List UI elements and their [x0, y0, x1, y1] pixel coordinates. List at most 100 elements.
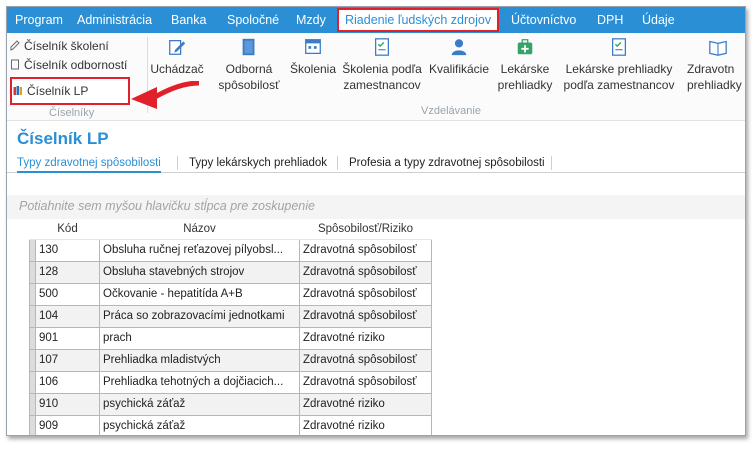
column-header-kod[interactable]: Kód [35, 219, 100, 240]
books-icon [13, 86, 22, 95]
cell-sposobilost-riziko[interactable]: Zdravotná spôsobilosť [299, 260, 432, 284]
cell-nazov[interactable]: Práca so zobrazovacími jednotkami [99, 304, 300, 328]
zdravotne-label-line1: Zdravotn [687, 62, 735, 76]
book-open-icon [709, 40, 727, 56]
group-label-ciselniky: Číselníky [49, 107, 95, 119]
menu-bar: Program Administrácia Banka Spoločné Mzd… [7, 7, 745, 33]
lekarske-podla-line2: podľa zamestnancov [563, 78, 675, 92]
table-row[interactable]: 910 psychická záťaž Zdravotné riziko [29, 392, 432, 416]
checklist-icon [612, 38, 626, 56]
menu-riadenie-ludskych-zdrojov[interactable]: Riadenie ľudských zdrojov [337, 8, 500, 32]
tab-separator [177, 156, 178, 170]
menu-banka[interactable]: Banka [169, 7, 208, 33]
kvalifikacie-label: Kvalifikácie [428, 62, 490, 76]
app-window: Program Administrácia Banka Spoločné Mzd… [6, 6, 746, 436]
tab-separator [337, 156, 338, 170]
tab-typy-zdravotnej-sposobilosti[interactable]: Typy zdravotnej spôsobilosti [17, 153, 161, 173]
lekarske-prehliadky-button[interactable]: Lekárske prehliadky [497, 37, 553, 93]
cell-sposobilost-riziko[interactable]: Zdravotná spôsobilosť [299, 370, 432, 394]
data-grid: Kód Názov Spôsobilosť/Riziko 130 Obsluha … [29, 219, 432, 435]
cell-sposobilost-riziko[interactable]: Zdravotné riziko [299, 326, 432, 350]
cell-sposobilost-riziko[interactable]: Zdravotné riziko [299, 414, 432, 435]
lekarske-podla-line1: Lekárske prehliadky [565, 62, 673, 76]
skolenia-podla-line2: zamestnancov [343, 78, 421, 92]
user-icon [451, 39, 467, 56]
ribbon: Číselník školení Číselník odborností Čís… [7, 33, 745, 121]
cell-sposobilost-riziko[interactable]: Zdravotná spôsobilosť [299, 348, 432, 372]
table-row[interactable]: 901 prach Zdravotné riziko [29, 326, 432, 350]
menu-uctovnictvo[interactable]: Účtovníctvo [509, 7, 578, 33]
tab-bar: Typy zdravotnej spôsobilosti Typy lekárs… [7, 153, 745, 173]
skolenia-podla-zamestnancov-button[interactable]: Školenia podľa zamestnancov [339, 37, 425, 93]
table-row[interactable]: 106 Prehliadka tehotných a dojčiacich... Z… [29, 370, 432, 394]
cell-kod[interactable]: 128 [35, 260, 100, 284]
ciselnik-odbornosti-label: Číselník odborností [24, 58, 128, 72]
medkit-icon [517, 39, 533, 55]
page-title: Číselník LP [17, 129, 109, 148]
cell-sposobilost-riziko[interactable]: Zdravotná spôsobilosť [299, 238, 432, 262]
ciselnik-lp-label: Číselník LP [27, 84, 89, 98]
menu-administracia[interactable]: Administrácia [75, 7, 154, 33]
cell-nazov[interactable]: psychická záťaž [99, 414, 300, 435]
table-row[interactable]: 104 Práca so zobrazovacími jednotkami Zdra… [29, 304, 432, 328]
zdravotne-label-line2: prehliadky [687, 78, 742, 92]
cell-kod[interactable]: 901 [35, 326, 100, 350]
ciselnik-skoleni-button[interactable]: Číselník školení [10, 37, 109, 55]
tab-profesia-a-typy[interactable]: Profesia a typy zdravotnej spôsobilosti [349, 153, 545, 173]
cell-kod[interactable]: 130 [35, 238, 100, 262]
table-row[interactable]: 128 Obsluha stavebných strojov Zdravotná s… [29, 260, 432, 284]
ciselnik-lp-button[interactable]: Číselník LP [13, 82, 88, 100]
group-hint-text: Potiahnite sem myšou hlavičku stĺpca pre… [19, 199, 315, 213]
menu-dph[interactable]: DPH [595, 7, 625, 33]
column-header-sposobilost-riziko[interactable]: Spôsobilosť/Riziko [299, 219, 432, 240]
cell-nazov[interactable]: psychická záťaž [99, 392, 300, 416]
ciselnik-odbornosti-button[interactable]: Číselník odborností [10, 56, 127, 74]
menu-mzdy[interactable]: Mzdy [294, 7, 328, 33]
table-row[interactable]: 500 Očkovanie - hepatitída A+B Zdravotná s… [29, 282, 432, 306]
cell-nazov[interactable]: Prehliadka tehotných a dojčiacich... [99, 370, 300, 394]
cell-kod[interactable]: 104 [35, 304, 100, 328]
table-row[interactable]: 909 psychická záťaž Zdravotné riziko [29, 414, 432, 435]
table-row[interactable]: 130 Obsluha ručnej reťazovej pílyobsl... Z… [29, 238, 432, 262]
lekarske-label-line2: prehliadky [497, 78, 553, 92]
checklist-icon [375, 38, 389, 56]
cell-nazov[interactable]: Očkovanie - hepatitída A+B [99, 282, 300, 306]
cell-sposobilost-riziko[interactable]: Zdravotná spôsobilosť [299, 304, 432, 328]
table-row[interactable]: 107 Prehliadka mladistvých Zdravotná spôso… [29, 348, 432, 372]
cell-nazov[interactable]: Obsluha stavebných strojov [99, 260, 300, 284]
kvalifikacie-button[interactable]: Kvalifikácie [425, 37, 493, 77]
book-icon [242, 38, 255, 56]
group-panel[interactable]: Potiahnite sem myšou hlavičku stĺpca pre… [7, 195, 745, 219]
menu-udaje[interactable]: Údaje [640, 7, 677, 33]
cell-nazov[interactable]: Obsluha ručnej reťazovej pílyobsl... [99, 238, 300, 262]
cell-kod[interactable]: 909 [35, 414, 100, 435]
skolenia-podla-line1: Školenia podľa [342, 62, 422, 76]
column-header-nazov[interactable]: Názov [99, 219, 300, 240]
cell-sposobilost-riziko[interactable]: Zdravotné riziko [299, 392, 432, 416]
calendar-icon [305, 39, 321, 54]
uchadzac-button[interactable]: Uchádzač [149, 37, 205, 77]
menu-spolocne[interactable]: Spoločné [225, 7, 281, 33]
red-arrow-icon [131, 81, 200, 109]
pencil-icon [169, 40, 186, 55]
tab-typy-lekarskych-prehliadok[interactable]: Typy lekárskych prehliadok [189, 153, 327, 173]
ciselnik-skoleni-label: Číselník školení [24, 39, 109, 53]
cell-nazov[interactable]: Prehliadka mladistvých [99, 348, 300, 372]
lekarske-prehliadky-podla-zamestnancov-button[interactable]: Lekárske prehliadky podľa zamestnancov [559, 37, 679, 93]
cell-kod[interactable]: 910 [35, 392, 100, 416]
lekarske-label-line1: Lekárske [500, 62, 550, 76]
uchadzac-label: Uchádzač [150, 62, 204, 76]
odborna-sposobilost-button[interactable]: Odborná spôsobilosť [207, 37, 291, 93]
group-label-vzdelavanie: Vzdelávanie [421, 105, 481, 117]
grid-header-row: Kód Názov Spôsobilosť/Riziko [29, 219, 432, 240]
menu-program[interactable]: Program [13, 7, 65, 33]
document-icon [11, 59, 19, 70]
cell-sposobilost-riziko[interactable]: Zdravotná spôsobilosť [299, 282, 432, 306]
skolenia-button[interactable]: Školenia [287, 37, 339, 77]
cell-kod[interactable]: 107 [35, 348, 100, 372]
cell-nazov[interactable]: prach [99, 326, 300, 350]
cell-kod[interactable]: 106 [35, 370, 100, 394]
cell-kod[interactable]: 500 [35, 282, 100, 306]
edit-list-icon [10, 40, 20, 51]
zdravotne-prehliadky-button[interactable]: Zdravotn prehliadky [687, 37, 745, 93]
